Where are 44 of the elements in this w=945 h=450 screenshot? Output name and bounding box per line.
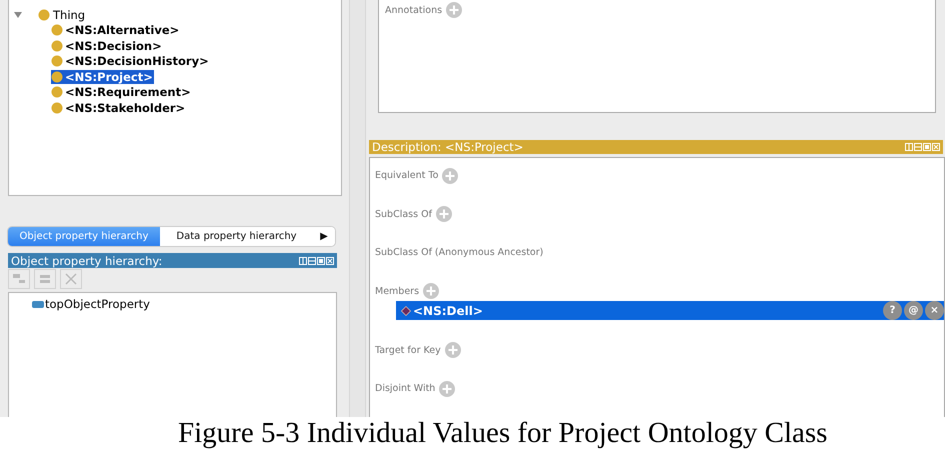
tree-item[interactable]: <NS:Stakeholder> (51, 100, 186, 115)
add-button[interactable] (436, 206, 452, 222)
section-label: SubClass Of (375, 208, 432, 220)
figure-caption: Figure 5-3 Individual Values for Project Ontology Class (177, 417, 828, 450)
maximize-icon (317, 256, 325, 264)
splitter[interactable] (350, 0, 366, 417)
class-icon (51, 70, 63, 83)
class-icon (51, 24, 63, 36)
cross-icon (63, 271, 79, 287)
class-icon (51, 86, 63, 98)
property-icon (32, 300, 44, 308)
class-icon (51, 102, 63, 114)
add-button[interactable] (439, 380, 456, 396)
tree-item[interactable]: <NS:Project> (51, 70, 154, 84)
class-icon (38, 8, 50, 21)
panel-title: Description: <NS:Project> (372, 140, 524, 154)
section-label: SubClass Of (Anonymous Ancestor) (375, 247, 544, 258)
section-label: Target for Key (375, 344, 441, 356)
tree-item[interactable]: topObjectProperty (32, 297, 336, 311)
add-button[interactable] (423, 283, 440, 299)
add-button[interactable] (442, 168, 458, 184)
add-icon (444, 342, 461, 358)
tree-item[interactable]: Thing (53, 8, 86, 22)
panel-title: Object property hierarchy: (11, 254, 162, 268)
tree-item[interactable]: <NS:Requirement> (51, 85, 192, 100)
section-label: Disjoint With (375, 383, 436, 394)
add-button[interactable] (446, 2, 462, 18)
add-button[interactable] (444, 342, 461, 358)
add-icon (423, 283, 440, 299)
maximize-icon (923, 142, 931, 150)
add-icon (442, 168, 458, 184)
section-label: Annotations (385, 4, 442, 16)
section-label: Members (375, 286, 420, 296)
add-icon (436, 206, 452, 222)
class-icon (51, 55, 63, 68)
tree-item[interactable]: <NS:Decision> (51, 38, 163, 53)
section-label: Equivalent To (375, 170, 438, 181)
individual-icon (401, 306, 411, 316)
add-icon (439, 380, 456, 396)
close-icon (932, 142, 940, 150)
close-icon (326, 256, 334, 264)
tree-item[interactable]: <NS:Alternative> (51, 23, 180, 38)
class-icon (51, 40, 63, 52)
tree-item[interactable]: <NS:DecisionHistory> (51, 54, 210, 68)
